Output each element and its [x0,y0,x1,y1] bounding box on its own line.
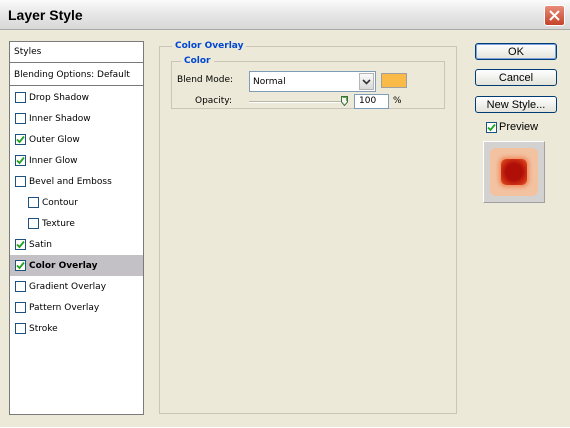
color-group: Color Blend Mode: Normal Opacity: 100 % [171,56,445,109]
title-bar: Layer Style [0,0,570,30]
style-item-label: Gradient Overlay [29,281,107,292]
style-item-stroke[interactable]: Stroke [10,318,143,339]
opacity-unit: % [393,96,402,106]
close-icon [549,10,560,21]
style-item-label: Inner Glow [29,155,78,166]
preview-shape [501,159,527,185]
style-item-inner-glow[interactable]: Inner Glow [10,150,143,171]
window-title: Layer Style [8,7,83,23]
style-item-label: Outer Glow [29,134,80,145]
style-item-color-overlay[interactable]: Color Overlay [10,255,143,276]
style-item-label: Drop Shadow [29,92,90,103]
check-icon [16,135,25,144]
blend-mode-value: Normal [253,77,286,87]
gradient-overlay-checkbox[interactable] [15,281,26,292]
color-overlay-checkbox[interactable] [15,260,26,271]
blend-mode-select[interactable]: Normal [249,71,376,92]
ok-button[interactable]: OK [475,43,557,60]
texture-checkbox[interactable] [28,218,39,229]
blending-options-item[interactable]: Blending Options: Default [10,65,143,86]
cancel-button[interactable]: Cancel [475,69,557,86]
style-item-label: Bevel and Emboss [29,176,112,187]
opacity-slider[interactable] [249,96,348,106]
check-icon [16,240,25,249]
preview-checkbox[interactable]: Preview [486,121,538,133]
style-item-label: Color Overlay [29,260,98,271]
drop-shadow-checkbox[interactable] [15,92,26,103]
pattern-overlay-checkbox[interactable] [15,302,26,313]
preview-check-box[interactable] [486,121,497,133]
style-item-drop-shadow[interactable]: Drop Shadow [10,87,143,108]
style-item-label: Satin [29,239,52,250]
opacity-slider-track [249,101,347,103]
close-button[interactable] [544,5,565,26]
check-icon [16,261,25,270]
style-item-contour[interactable]: Contour [10,192,143,213]
opacity-label: Opacity: [195,96,232,106]
styles-list: Styles Blending Options: Default Drop Sh… [9,41,144,415]
preview-glow [490,148,538,196]
inner-glow-checkbox[interactable] [15,155,26,166]
preview-label: Preview [499,121,539,133]
style-item-inner-shadow[interactable]: Inner Shadow [10,108,143,129]
style-item-bevel-and-emboss[interactable]: Bevel and Emboss [10,171,143,192]
satin-checkbox[interactable] [15,239,26,250]
stroke-checkbox[interactable] [15,323,26,334]
check-icon [16,156,25,165]
style-item-label: Inner Shadow [29,113,91,124]
preview-thumbnail [483,141,545,203]
chevron-down-icon[interactable] [359,73,374,90]
style-item-gradient-overlay[interactable]: Gradient Overlay [10,276,143,297]
color-overlay-panel: Color Overlay Color Blend Mode: Normal O… [159,41,457,414]
blend-mode-label: Blend Mode: [177,75,234,85]
color-group-title: Color [181,56,214,66]
style-item-pattern-overlay[interactable]: Pattern Overlay [10,297,143,318]
style-item-satin[interactable]: Satin [10,234,143,255]
style-item-label: Contour [42,197,78,208]
panel-title: Color Overlay [172,41,247,51]
style-item-label: Pattern Overlay [29,302,100,313]
check-icon [487,123,496,131]
style-item-texture[interactable]: Texture [10,213,143,234]
styles-header[interactable]: Styles [10,42,143,63]
inner-shadow-checkbox[interactable] [15,113,26,124]
overlay-color-swatch[interactable] [381,73,407,88]
style-item-label: Texture [42,218,75,229]
contour-checkbox[interactable] [28,197,39,208]
dialog-body: Styles Blending Options: Default Drop Sh… [0,30,570,428]
new-style-button[interactable]: New Style... [475,96,557,113]
opacity-input[interactable]: 100 [354,94,389,109]
slider-thumb-icon[interactable] [341,96,348,106]
style-item-label: Stroke [29,323,58,334]
bevel-and-emboss-checkbox[interactable] [15,176,26,187]
style-item-outer-glow[interactable]: Outer Glow [10,129,143,150]
outer-glow-checkbox[interactable] [15,134,26,145]
